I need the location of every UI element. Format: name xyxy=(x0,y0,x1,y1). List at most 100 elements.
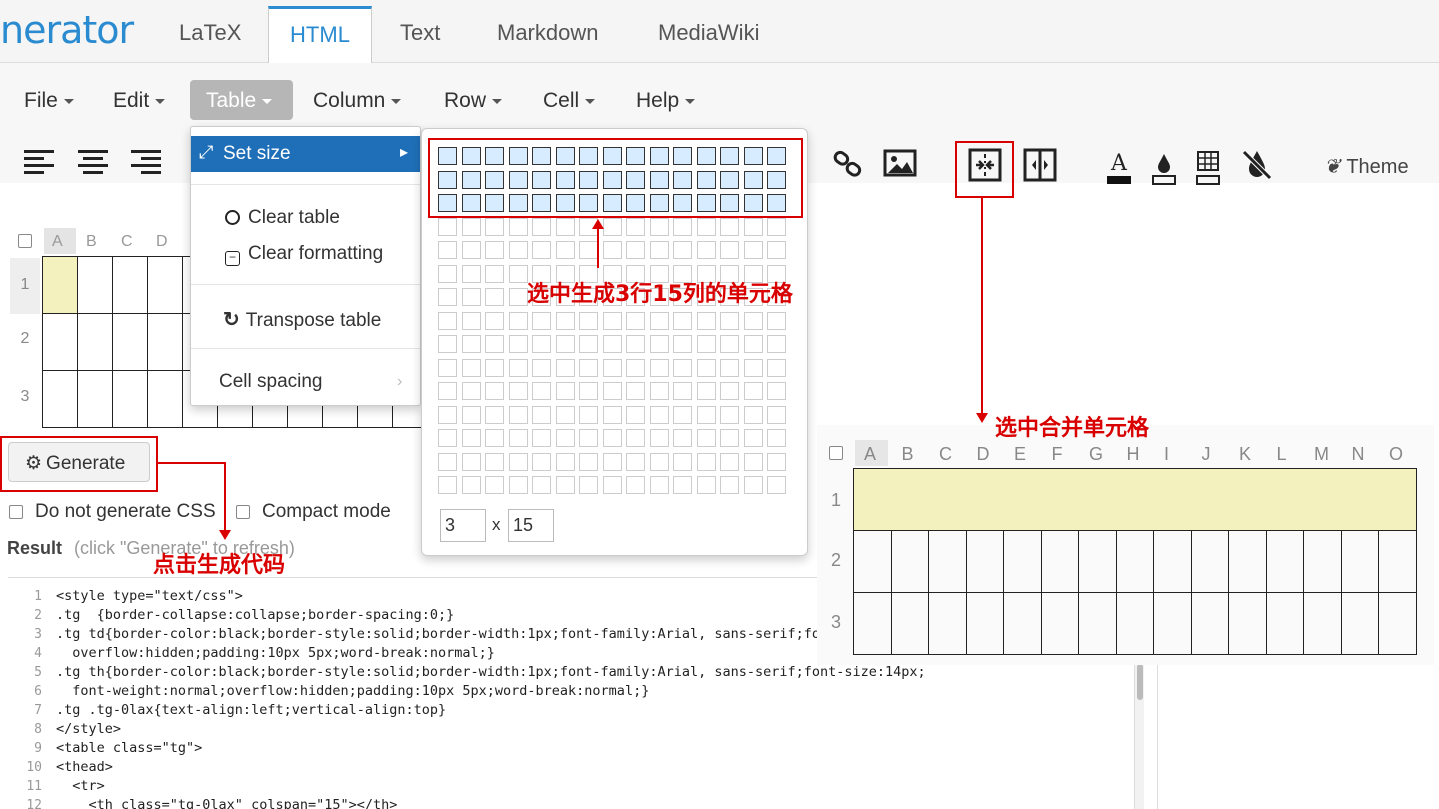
size-picker-cell[interactable] xyxy=(743,311,763,330)
size-picker-cell[interactable] xyxy=(438,288,457,306)
size-picker-cell[interactable] xyxy=(508,405,528,424)
size-picker-cell[interactable] xyxy=(743,452,763,471)
size-picker-cell[interactable] xyxy=(485,241,504,259)
size-picker-cell[interactable] xyxy=(720,476,739,494)
size-picker-cell[interactable] xyxy=(532,217,551,236)
merge-cells-icon[interactable] xyxy=(968,148,1002,182)
size-picker-cell[interactable] xyxy=(696,217,716,236)
menu-edit[interactable]: Edit xyxy=(109,89,169,113)
size-picker-cell[interactable] xyxy=(626,241,645,259)
table-cell[interactable] xyxy=(77,370,113,428)
tab-markdown[interactable]: Markdown xyxy=(497,20,598,46)
size-picker-cell[interactable] xyxy=(626,405,645,424)
size-picker-cell[interactable] xyxy=(649,405,669,424)
size-picker-cell[interactable] xyxy=(532,241,551,259)
tab-text[interactable]: Text xyxy=(400,20,440,46)
size-picker-cell[interactable] xyxy=(649,429,669,447)
col-header-c[interactable]: C xyxy=(121,233,133,251)
table-cell[interactable] xyxy=(77,256,113,314)
size-picker-cell[interactable] xyxy=(485,382,504,400)
size-picker-cell[interactable] xyxy=(461,241,481,259)
size-picker-cell[interactable] xyxy=(649,241,669,259)
size-picker-cell[interactable] xyxy=(555,429,575,447)
size-picker-cell[interactable] xyxy=(649,217,669,236)
size-picker-cell[interactable] xyxy=(602,452,622,471)
size-picker-cell[interactable] xyxy=(602,335,622,353)
size-picker-cell[interactable] xyxy=(508,358,528,377)
size-picker-cell[interactable] xyxy=(461,405,481,424)
size-picker-cell[interactable] xyxy=(767,358,786,377)
size-picker-cell[interactable] xyxy=(767,476,786,494)
menu-file[interactable]: File xyxy=(20,89,78,113)
size-picker-cell[interactable] xyxy=(485,288,504,306)
menu-item-cell-spacing[interactable]: Cell spacing xyxy=(219,371,323,393)
size-picker-cell[interactable] xyxy=(602,358,622,377)
size-picker-cell[interactable] xyxy=(438,452,457,471)
size-picker-cell[interactable] xyxy=(532,452,551,471)
size-picker-cell[interactable] xyxy=(461,358,481,377)
size-picker-cell[interactable] xyxy=(579,452,598,471)
size-picker-cell[interactable] xyxy=(743,476,763,494)
size-picker-cell[interactable] xyxy=(626,452,645,471)
table-cell[interactable] xyxy=(112,313,148,371)
size-picker-cell[interactable] xyxy=(673,429,692,447)
size-picker-cell[interactable] xyxy=(485,264,504,283)
background-color-icon[interactable] xyxy=(1147,150,1181,185)
size-picker-cell[interactable] xyxy=(649,382,669,400)
size-picker-cell[interactable] xyxy=(461,382,481,400)
size-picker-cell[interactable] xyxy=(767,335,786,353)
size-picker-cell[interactable] xyxy=(696,429,716,447)
menu-item-set-size[interactable]: ⤢ Set size ▸ xyxy=(191,136,420,172)
size-picker-cell[interactable] xyxy=(673,476,692,494)
size-picker-cell[interactable] xyxy=(579,241,598,259)
size-picker-cell[interactable] xyxy=(743,405,763,424)
size-picker-cell[interactable] xyxy=(461,217,481,236)
size-picker-cell[interactable] xyxy=(555,217,575,236)
align-right-icon[interactable] xyxy=(131,150,161,178)
table-cell[interactable] xyxy=(147,256,183,314)
size-picker-cell[interactable] xyxy=(508,476,528,494)
size-picker-cell[interactable] xyxy=(696,311,716,330)
size-picker-cell[interactable] xyxy=(508,288,528,306)
size-picker-cell[interactable] xyxy=(767,382,786,400)
size-picker-cell[interactable] xyxy=(626,217,645,236)
theme-button[interactable]: ❦ Theme xyxy=(1324,154,1409,179)
size-picker-cell[interactable] xyxy=(461,476,481,494)
size-picker-cell[interactable] xyxy=(485,476,504,494)
table-cell[interactable] xyxy=(42,313,78,371)
size-picker-cell[interactable] xyxy=(579,382,598,400)
compact-mode-checkbox[interactable] xyxy=(236,505,250,519)
size-picker-cell[interactable] xyxy=(508,217,528,236)
row-header-2[interactable]: 2 xyxy=(10,316,40,366)
border-color-icon[interactable] xyxy=(1191,150,1225,185)
size-picker-cell[interactable] xyxy=(438,476,457,494)
table-cell[interactable] xyxy=(42,370,78,428)
size-picker-cell[interactable] xyxy=(438,382,457,400)
size-picker-cell[interactable] xyxy=(438,429,457,447)
size-picker-cell[interactable] xyxy=(461,452,481,471)
scroll-thumb[interactable] xyxy=(1137,664,1143,700)
table-cell[interactable] xyxy=(77,313,113,371)
size-picker-cell[interactable] xyxy=(673,452,692,471)
size-picker-cell[interactable] xyxy=(767,241,786,259)
size-picker-cell[interactable] xyxy=(579,405,598,424)
size-picker-cell[interactable] xyxy=(602,311,622,330)
size-picker-cell[interactable] xyxy=(673,382,692,400)
size-picker-cell[interactable] xyxy=(602,405,622,424)
tab-html[interactable]: HTML xyxy=(268,6,372,64)
align-left-icon[interactable] xyxy=(24,150,54,178)
size-picker-cell[interactable] xyxy=(720,311,739,330)
size-picker-cell[interactable] xyxy=(602,429,622,447)
size-picker-cell[interactable] xyxy=(767,429,786,447)
col-header-a[interactable]: A xyxy=(52,233,63,251)
size-picker-cell[interactable] xyxy=(438,405,457,424)
clear-color-icon[interactable] xyxy=(1240,148,1274,182)
menu-row[interactable]: Row xyxy=(440,89,506,113)
size-picker-cell[interactable] xyxy=(602,241,622,259)
size-picker-cell[interactable] xyxy=(555,382,575,400)
size-picker-cell[interactable] xyxy=(626,358,645,377)
table-cell[interactable] xyxy=(112,370,148,428)
no-css-checkbox[interactable] xyxy=(9,505,23,519)
size-picker-cell[interactable] xyxy=(508,264,528,283)
table-cell[interactable] xyxy=(147,313,183,371)
